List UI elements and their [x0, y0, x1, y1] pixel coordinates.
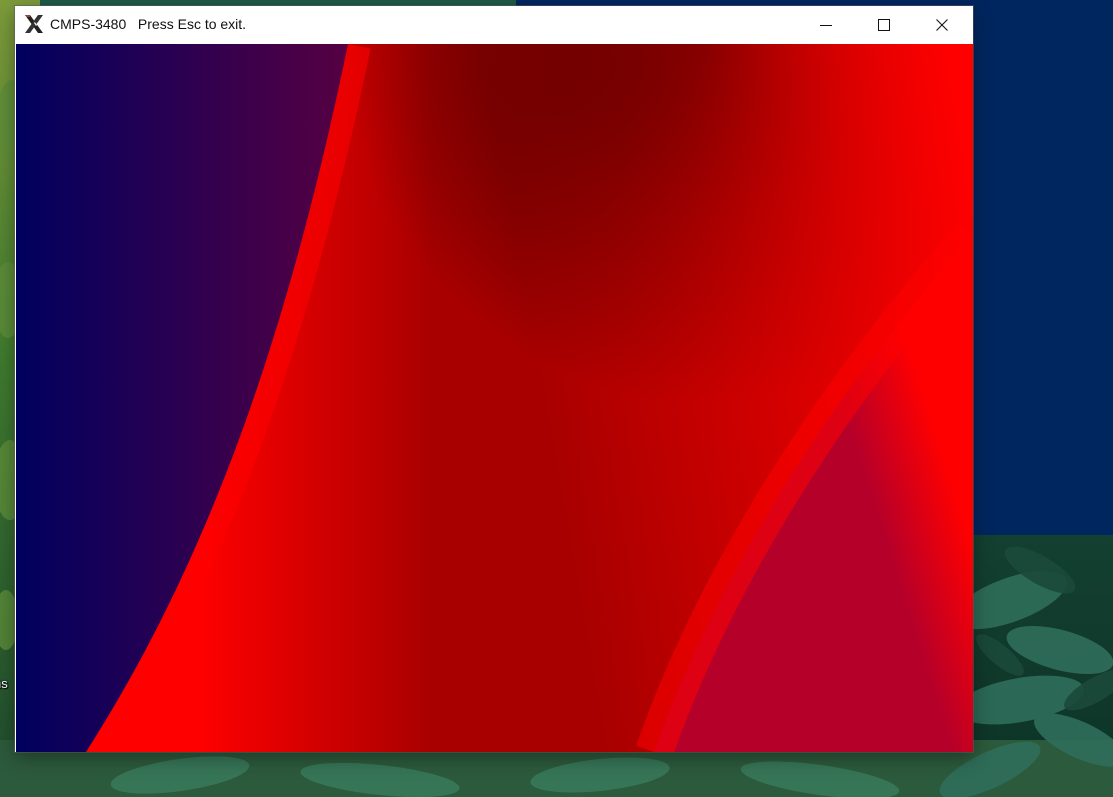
desktop-icon-label[interactable]: ns [0, 676, 8, 691]
window-title: CMPS-3480 Press Esc to exit. [50, 16, 247, 32]
minimize-icon [820, 25, 832, 26]
gradient-render [16, 44, 973, 752]
app-window[interactable]: CMPS-3480 Press Esc to exit. [15, 6, 973, 752]
close-button[interactable] [913, 6, 971, 44]
render-canvas[interactable] [16, 44, 973, 752]
minimize-button[interactable] [797, 6, 855, 44]
maximize-icon [878, 19, 890, 31]
maximize-button[interactable] [855, 6, 913, 44]
x11-icon [25, 15, 43, 33]
title-bar[interactable]: CMPS-3480 Press Esc to exit. [15, 6, 973, 44]
close-icon [936, 19, 948, 31]
